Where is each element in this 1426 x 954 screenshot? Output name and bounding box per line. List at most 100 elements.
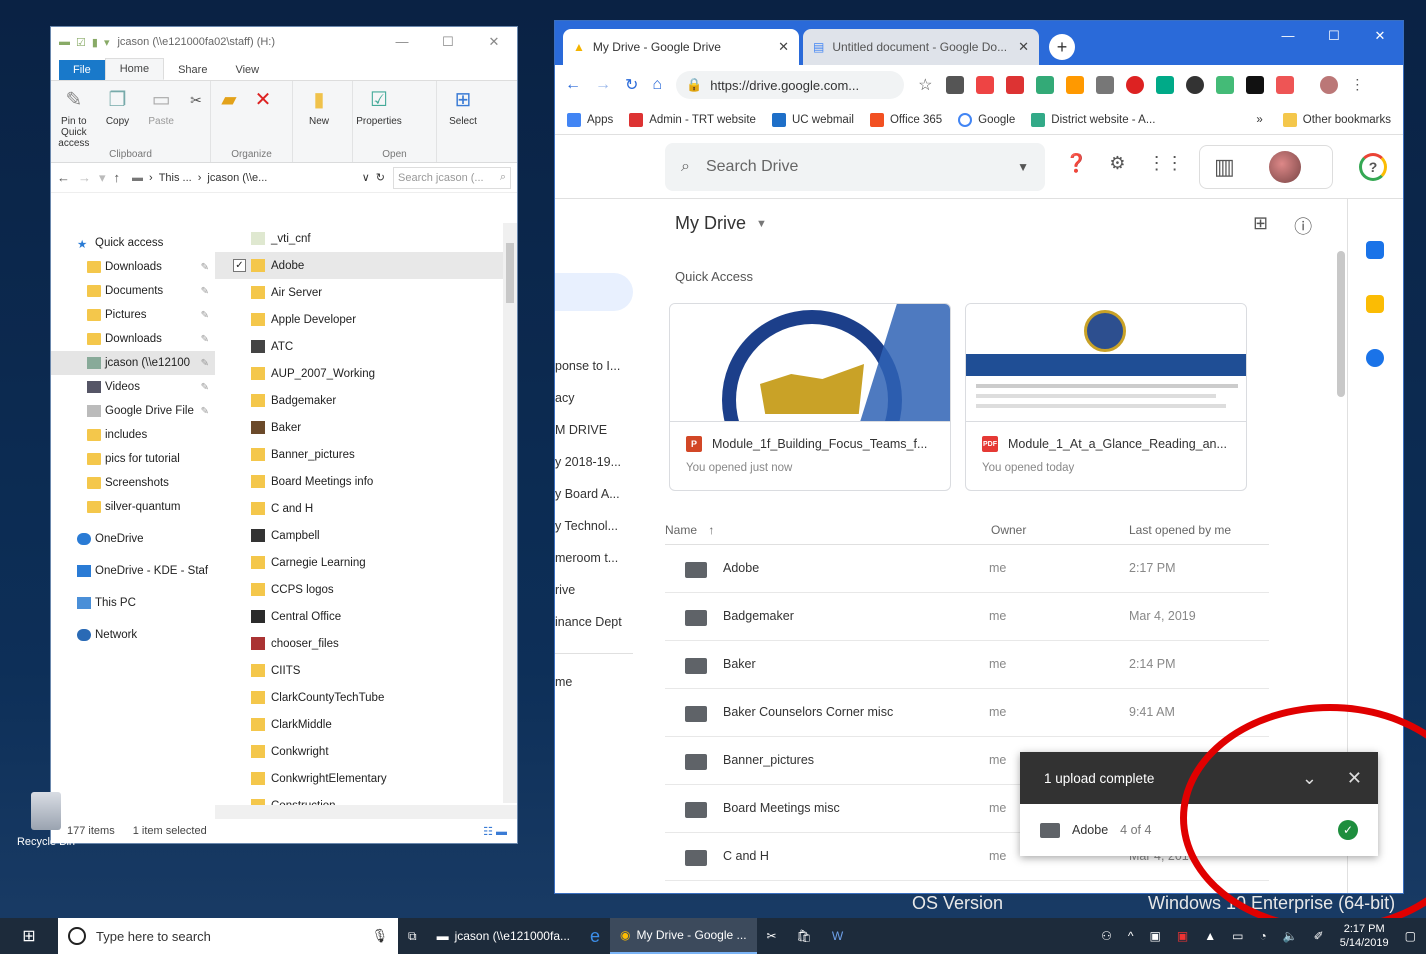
new-folder-button[interactable]: ▮ New — [297, 87, 341, 160]
tab-home[interactable]: Home — [104, 58, 165, 80]
bookmark-item[interactable]: UC webmail — [771, 112, 854, 127]
scrollbar-thumb[interactable] — [1337, 251, 1345, 397]
nav-folder-item[interactable]: y 2018-19... — [555, 455, 621, 469]
nav-this-pc[interactable]: This PC — [51, 591, 215, 615]
clock[interactable]: 2:17 PM 5/14/2019 — [1340, 922, 1389, 950]
nav-network[interactable]: Network — [51, 623, 215, 647]
bookmark-other[interactable]: » Other bookmarks — [1256, 112, 1391, 127]
nav-item[interactable]: includes — [51, 423, 215, 447]
checkbox-icon[interactable]: ☑ — [76, 36, 86, 49]
forward-button[interactable]: → — [78, 170, 91, 185]
tray-app-icon[interactable]: ▣ — [1177, 929, 1188, 943]
account-switcher[interactable]: ▥ — [1199, 145, 1333, 189]
taskbar-app[interactable]: ✂ — [757, 918, 787, 954]
quick-access-card[interactable]: P Module_1f_Building_Focus_Teams_f... Yo… — [669, 303, 951, 491]
list-item[interactable]: Apple Developer — [215, 306, 517, 333]
battery-icon[interactable]: ▭ — [1232, 929, 1243, 943]
list-item[interactable]: Badgemaker — [215, 387, 517, 414]
nav-storage-item[interactable]: me — [555, 675, 572, 689]
refresh-icon[interactable]: ↻ — [376, 171, 385, 184]
recent-locations-button[interactable]: ▾ — [99, 170, 106, 186]
minimize-button[interactable]: — — [1265, 21, 1311, 51]
network-icon[interactable]: ◔ — [1259, 929, 1266, 943]
close-button[interactable]: ✕ — [1357, 21, 1403, 51]
nav-item[interactable]: Pictures ✎ — [51, 303, 215, 327]
forward-button[interactable]: → — [595, 76, 611, 94]
calendar-icon[interactable] — [1366, 241, 1384, 259]
address-bar[interactable]: 🔒 https://drive.google.com... — [676, 71, 905, 99]
help-icon[interactable]: ❓ — [1065, 153, 1087, 174]
close-tab-icon[interactable]: ✕ — [1018, 39, 1029, 55]
list-item[interactable]: ATC — [215, 333, 517, 360]
delete-button[interactable]: ✕ — [249, 87, 277, 149]
grid-view-icon[interactable]: ⊞ — [1253, 213, 1268, 239]
column-last-opened[interactable]: Last opened by me — [1129, 523, 1231, 537]
list-item[interactable]: ClarkCountyTechTube — [215, 684, 517, 711]
nav-onedrive[interactable]: OneDrive — [51, 527, 215, 551]
taskbar-word[interactable]: W — [822, 918, 853, 954]
close-tab-icon[interactable]: ✕ — [778, 39, 789, 55]
vertical-scrollbar[interactable] — [503, 223, 517, 803]
nav-folder-item[interactable]: acy — [555, 391, 574, 405]
tray-app-icon[interactable]: ▲ — [1204, 929, 1216, 943]
apps-grid-icon[interactable]: ⋮⋮ — [1148, 153, 1184, 174]
horizontal-scrollbar[interactable] — [215, 805, 517, 819]
extension-icon[interactable] — [1066, 76, 1085, 94]
up-button[interactable]: ↑ — [114, 170, 121, 185]
maximize-button[interactable]: ☐ — [425, 34, 471, 50]
breadcrumb[interactable]: ▬ › This ... › jcason (\\e... ∨ ↻ — [128, 167, 385, 189]
view-toggle-icon[interactable]: ☷ ▬ — [483, 825, 507, 838]
taskbar-edge[interactable]: e — [580, 918, 610, 954]
nav-onedrive-kde[interactable]: OneDrive - KDE - Staf — [51, 559, 215, 583]
extension-icon[interactable] — [1276, 76, 1295, 94]
taskbar-chrome[interactable]: ◉ My Drive - Google ... — [610, 918, 757, 954]
extension-icon[interactable] — [1036, 76, 1055, 94]
volume-icon[interactable]: 🔈 — [1283, 929, 1298, 943]
scrollbar-thumb[interactable] — [506, 243, 514, 303]
pen-icon[interactable]: ✐ — [1314, 929, 1324, 943]
nav-item[interactable]: Screenshots — [51, 471, 215, 495]
info-icon[interactable]: ⓘ — [1294, 213, 1312, 239]
nav-selected-pill[interactable] — [555, 273, 633, 311]
list-item[interactable]: CIITS — [215, 657, 517, 684]
extension-icon[interactable] — [1186, 76, 1205, 94]
back-button[interactable]: ← — [565, 76, 581, 94]
chevron-icon[interactable]: » — [1256, 114, 1262, 126]
list-item[interactable]: Air Server — [215, 279, 517, 306]
table-row[interactable]: Adobe me 2:17 PM — [665, 545, 1269, 593]
paste-button[interactable]: ▭ Paste — [142, 87, 180, 149]
nav-item[interactable]: Documents ✎ — [51, 279, 215, 303]
tasks-icon[interactable] — [1366, 349, 1384, 367]
extension-icon[interactable] — [1246, 76, 1265, 94]
breadcrumb-item[interactable]: This ... — [159, 172, 192, 184]
list-item[interactable]: AUP_2007_Working — [215, 360, 517, 387]
keep-icon[interactable] — [1366, 295, 1384, 313]
column-name[interactable]: Name ↑ — [665, 523, 714, 537]
list-item[interactable]: _vti_cnf — [215, 225, 517, 252]
list-item[interactable]: ClarkMiddle — [215, 711, 517, 738]
properties-button[interactable]: ☑ Properties — [356, 87, 402, 149]
nav-folder-item[interactable]: y Technol... — [555, 519, 618, 533]
column-owner[interactable]: Owner — [991, 523, 1026, 537]
avatar[interactable] — [1268, 151, 1301, 183]
gear-icon[interactable]: ⚙ — [1109, 153, 1125, 174]
list-item[interactable]: ConkwrightElementary — [215, 765, 517, 792]
table-row[interactable]: Baker me 2:14 PM — [665, 641, 1269, 689]
recycle-bin[interactable]: Recycle Bin — [16, 792, 76, 848]
tab-my-drive[interactable]: ▲ My Drive - Google Drive ✕ — [563, 29, 799, 65]
list-item[interactable]: Campbell — [215, 522, 517, 549]
list-item[interactable]: Banner_pictures — [215, 441, 517, 468]
nav-folder-item[interactable]: inance Dept — [555, 615, 622, 629]
nav-folder-item[interactable]: rive — [555, 583, 575, 597]
my-drive-heading[interactable]: My Drive ▼ — [675, 213, 767, 234]
copy-button[interactable]: ❐ Copy — [99, 87, 137, 149]
table-row[interactable]: Baker Counselors Corner misc me 9:41 AM — [665, 689, 1269, 737]
extension-icon[interactable] — [1096, 76, 1115, 94]
nav-folder-item[interactable]: meroom t... — [555, 551, 618, 565]
home-button[interactable]: ⌂ — [652, 76, 662, 94]
chevron-up-icon[interactable]: ^ — [1128, 929, 1134, 943]
close-button[interactable]: ✕ — [471, 34, 517, 50]
new-tab-button[interactable]: + — [1049, 34, 1075, 60]
nav-item[interactable]: Google Drive File ✎ — [51, 399, 215, 423]
extension-icon[interactable] — [1156, 76, 1175, 94]
